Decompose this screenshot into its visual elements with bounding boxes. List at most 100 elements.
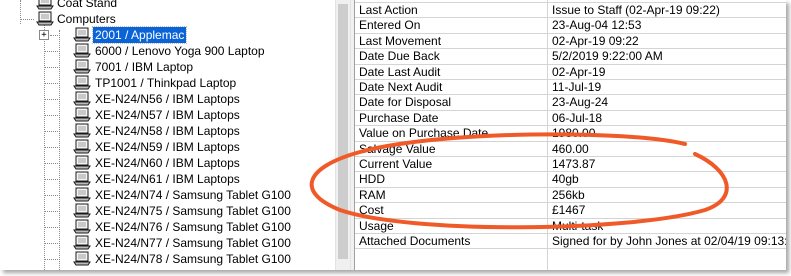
- property-value: Multi-task: [552, 218, 604, 233]
- property-row[interactable]: Cost £1467: [355, 203, 786, 219]
- property-key: Purchase Date: [359, 110, 439, 125]
- property-row[interactable]: Last Action Issue to Staff (02-Apr-19 09:…: [355, 3, 786, 19]
- tree-item-label: XE-N24/N74 / Samsung Tablet G100: [95, 188, 291, 202]
- tree-item[interactable]: XE-N24/N74 / Samsung Tablet G100: [0, 187, 335, 203]
- property-row[interactable]: Attached Documents Signed for by John Jon…: [355, 234, 786, 250]
- property-row[interactable]: Entered On 23-Aug-04 12:53: [355, 18, 786, 34]
- tree-item[interactable]: XE-N24/N78 / Samsung Tablet G100: [0, 251, 335, 267]
- property-row[interactable]: Last Movement 02-Apr-19 09:22: [355, 34, 786, 50]
- property-key: Usage: [359, 218, 394, 233]
- laptop-icon: [73, 171, 91, 187]
- tree-item[interactable]: +2001 / Applemac: [0, 26, 335, 44]
- property-row[interactable]: Date Last Audit 02-Apr-19: [355, 65, 786, 80]
- property-key: Last Action: [359, 3, 418, 17]
- tree-item-label: XE-N24/N57 / IBM Laptops: [95, 108, 240, 122]
- property-row[interactable]: Usage Multi-task: [355, 219, 786, 234]
- asset-tree[interactable]: Coat Stand Computers +2001 / Applemac 6000 …: [0, 0, 335, 270]
- laptop-icon: [73, 91, 91, 107]
- tree-connector: [44, 147, 58, 148]
- tree-item[interactable]: XE-N24/N56 / IBM Laptops: [0, 91, 335, 107]
- laptop-icon: [73, 251, 91, 267]
- tree-item-label: XE-N24/N61 / IBM Laptops: [95, 172, 240, 186]
- tree-item-label: 6000 / Lenovo Yoga 900 Laptop: [95, 44, 265, 58]
- property-row[interactable]: Value on Purchase Date 1980.00: [355, 126, 786, 142]
- property-value: 23-Aug-24: [552, 95, 609, 110]
- property-key: Date Due Back: [359, 49, 440, 64]
- tree-connector: [44, 243, 58, 244]
- property-value: 460.00: [552, 141, 589, 156]
- property-value: Issue to Staff (02-Apr-19 09:22): [552, 3, 720, 17]
- property-key: Date Next Audit: [359, 80, 443, 94]
- tree-group-computers[interactable]: Computers: [0, 11, 335, 27]
- property-value: Signed for by John Jones at 02/04/19 09:…: [552, 234, 786, 248]
- tree-item-partial[interactable]: Coat Stand: [0, 0, 335, 11]
- scrollbar-thumb[interactable]: [338, 4, 348, 259]
- tree-item-label: XE-N24/N75 / Samsung Tablet G100: [95, 204, 291, 218]
- laptop-icon: [73, 27, 91, 43]
- tree-group-label: Computers: [57, 12, 116, 26]
- computer-icon: [36, 11, 54, 27]
- tree-item-label: Coat Stand: [57, 0, 118, 10]
- tree-item-label: XE-N24/N58 / IBM Laptops: [95, 124, 240, 138]
- tree-item[interactable]: XE-N24/N61 / IBM Laptops: [0, 171, 335, 187]
- property-row-partial[interactable]: Last Action: [355, 0, 786, 3]
- property-value: 02-Apr-19: [552, 64, 606, 79]
- tree-item[interactable]: XE-N24/N58 / IBM Laptops: [0, 123, 335, 139]
- tree-connector: [44, 179, 58, 180]
- property-row[interactable]: Current Value 1473.87: [355, 157, 786, 173]
- laptop-icon: [73, 155, 91, 171]
- property-value: 11-Jul-19: [552, 80, 602, 94]
- tree-item[interactable]: XE-N24/N57 / IBM Laptops: [0, 107, 335, 123]
- properties-grid: Last Action Issue to Staff (02-Apr-19 09:…: [355, 0, 786, 270]
- property-row[interactable]: Date Due Back 5/2/2019 9:22:00 AM: [355, 49, 786, 65]
- tree-item[interactable]: 6000 / Lenovo Yoga 900 Laptop: [0, 43, 335, 59]
- expand-icon[interactable]: +: [39, 30, 49, 40]
- tree-connector: [44, 99, 58, 100]
- property-row[interactable]: RAM 256kb: [355, 187, 786, 204]
- property-key: Cost: [359, 203, 384, 218]
- laptop-icon: [73, 203, 91, 219]
- property-value: 06-Jul-18: [552, 110, 603, 125]
- property-row[interactable]: Salvage Value 460.00: [355, 142, 786, 157]
- tree-connector: [44, 67, 58, 68]
- tree-connector: [44, 83, 58, 84]
- laptop-icon: [73, 59, 91, 75]
- tree-item[interactable]: 7001 / IBM Laptop: [0, 59, 335, 75]
- property-key: HDD: [359, 172, 385, 187]
- tree-connector: [44, 51, 58, 52]
- laptop-icon: [73, 75, 91, 91]
- property-row[interactable]: Date for Disposal 23-Aug-24: [355, 95, 786, 111]
- tree-item[interactable]: XE-N24/N76 / Samsung Tablet G100: [0, 219, 335, 235]
- tree-connector: [44, 195, 58, 196]
- tree-item-label: TP1001 / Thinkpad Laptop: [95, 76, 237, 90]
- property-value: 5/2/2019 9:22:00 AM: [552, 49, 663, 64]
- laptop-icon: [73, 187, 91, 203]
- property-row[interactable]: Purchase Date 06-Jul-18: [355, 110, 786, 127]
- tree-item[interactable]: XE-N24/N75 / Samsung Tablet G100: [0, 203, 335, 219]
- tree-item-label: XE-N24/N59 / IBM Laptops: [95, 140, 240, 154]
- laptop-icon: [73, 235, 91, 251]
- property-row[interactable]: HDD 40gb: [355, 172, 786, 188]
- tree-scrollbar[interactable]: [335, 0, 351, 270]
- property-key: Current Value: [359, 157, 433, 171]
- tree-item[interactable]: XE-N24/N59 / IBM Laptops: [0, 139, 335, 155]
- tree-connector: [44, 131, 58, 132]
- laptop-icon: [73, 219, 91, 235]
- property-row[interactable]: Date Next Audit 11-Jul-19: [355, 80, 786, 96]
- tree-item[interactable]: XE-N24/N77 / Samsung Tablet G100: [0, 235, 335, 251]
- tree-item-label: 7001 / IBM Laptop: [95, 60, 194, 74]
- property-key: Salvage Value: [359, 141, 436, 156]
- asset-window: Coat Stand Computers +2001 / Applemac 6000 …: [0, 0, 786, 270]
- tree-item-label: XE-N24/N78 / Samsung Tablet G100: [95, 252, 291, 266]
- property-key: Date for Disposal: [359, 95, 452, 110]
- tree-connector: [44, 163, 58, 164]
- property-key: RAM: [359, 187, 386, 202]
- property-key: Entered On: [359, 18, 421, 33]
- tree-item-label: XE-N24/N56 / IBM Laptops: [95, 92, 240, 106]
- tree-item[interactable]: XE-N24/N60 / IBM Laptops: [0, 155, 335, 171]
- tree-item-label: XE-N24/N76 / Samsung Tablet G100: [95, 220, 291, 234]
- laptop-icon: [73, 43, 91, 59]
- tree-connector: [20, 19, 34, 20]
- tree-item[interactable]: TP1001 / Thinkpad Laptop: [0, 75, 335, 91]
- property-key: Last Action: [359, 0, 529, 3]
